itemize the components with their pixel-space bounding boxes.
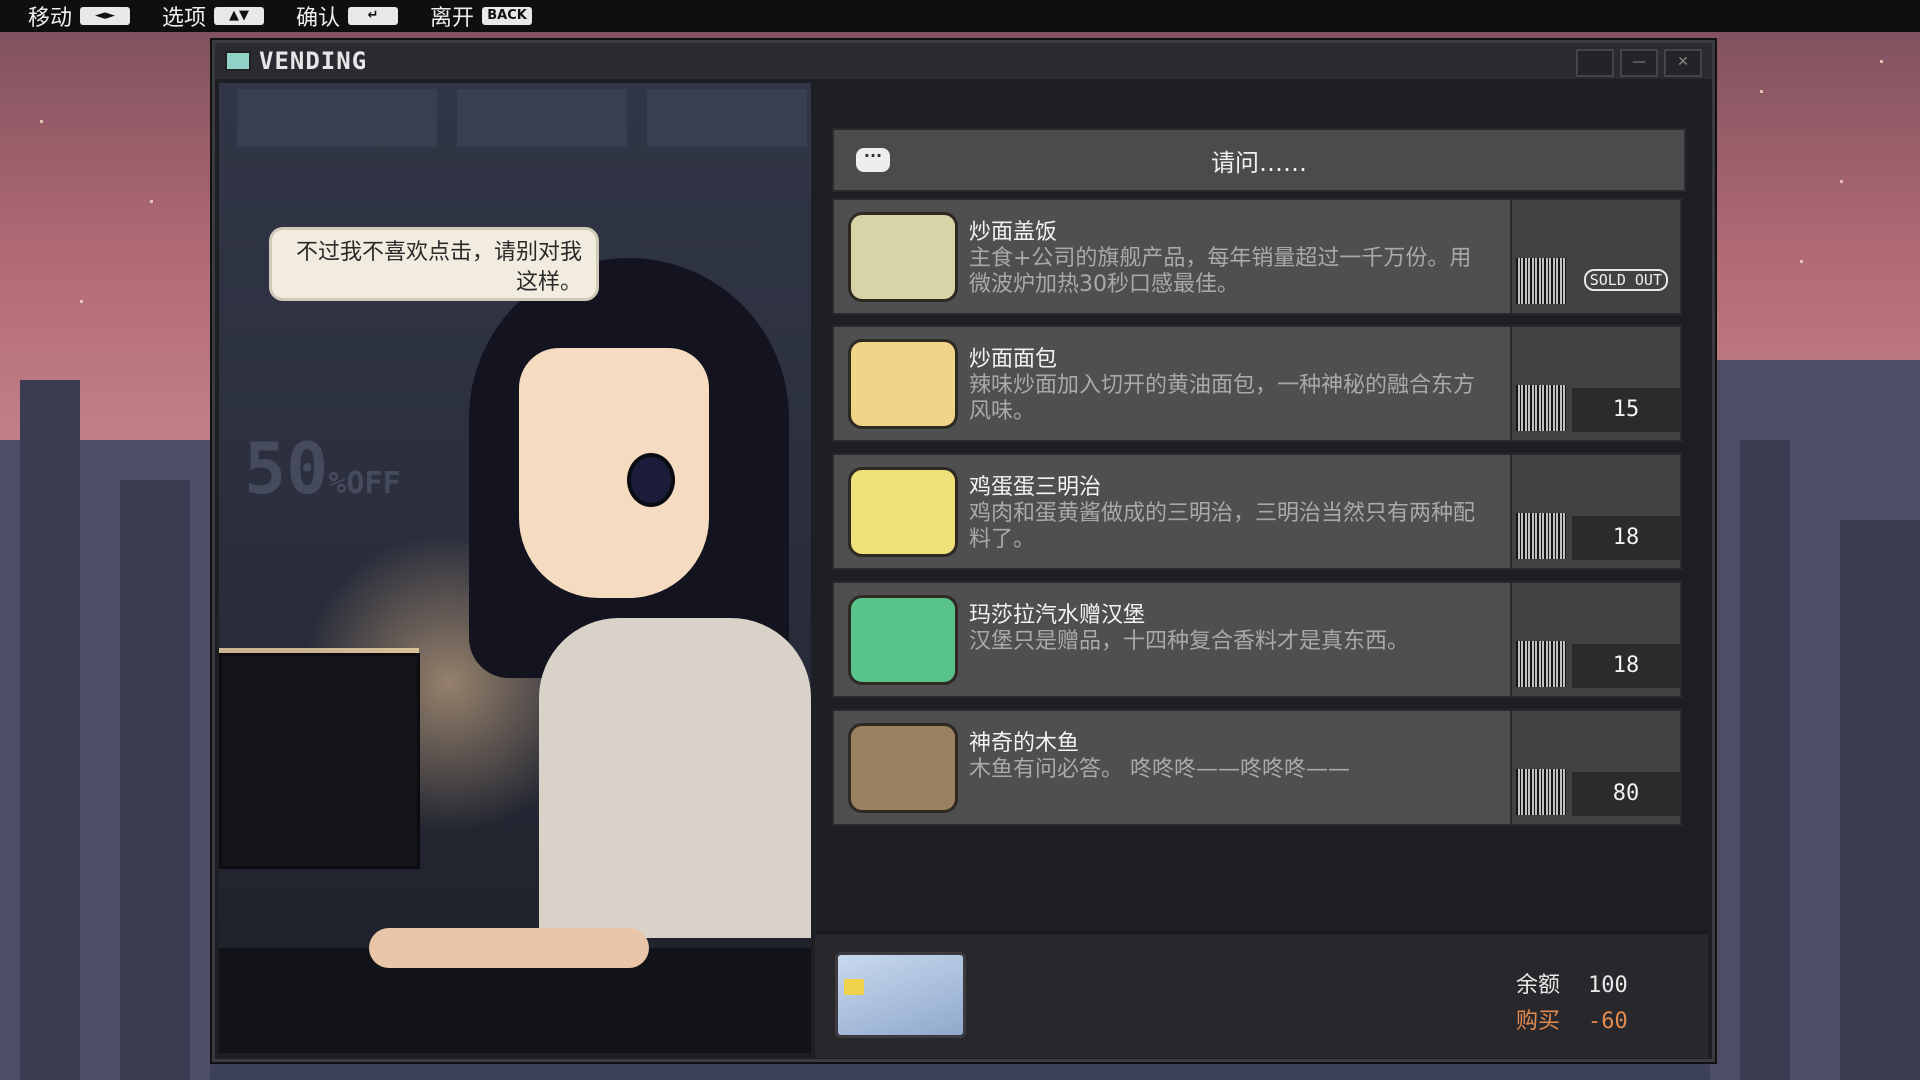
item-name: 炒面面包 bbox=[969, 347, 1058, 372]
item-description: 鸡肉和蛋黄酱做成的三明治，三明治当然只有两种配料了。 bbox=[969, 501, 1476, 552]
hint-move-label: 移动 bbox=[28, 6, 73, 31]
purchase-row: 购买 -60 bbox=[1516, 1004, 1648, 1040]
item-price-box: 18 bbox=[1510, 455, 1680, 568]
item-description: 辣味炒面加入切开的黄油面包，一种神秘的融合东方风味。 bbox=[969, 373, 1476, 424]
item-price: 15 bbox=[1572, 388, 1680, 432]
arrow-left-right-icon: ◄► bbox=[80, 7, 131, 25]
barcode-icon bbox=[1516, 769, 1566, 815]
balance-value: 100 bbox=[1588, 973, 1628, 998]
item-price: 80 bbox=[1572, 772, 1680, 816]
hint-options-label: 选项 bbox=[162, 6, 207, 31]
item-description: 主食+公司的旗舰产品，每年销量超过一千万份。用微波炉加热30秒口感最佳。 bbox=[969, 246, 1472, 297]
hint-options: 选项 ▲▼ bbox=[162, 0, 265, 32]
menu-item[interactable]: 炒面盖饭 主食+公司的旗舰产品，每年销量超过一千万份。用微波炉加热30秒口感最佳… bbox=[832, 198, 1682, 315]
window-titlebar: VENDING — ✕ bbox=[215, 43, 1712, 79]
sold-out-badge: SOLD OUT bbox=[1583, 269, 1668, 291]
item-name: 神奇的木鱼 bbox=[969, 731, 1080, 756]
barcode-icon bbox=[1516, 385, 1566, 431]
barcode-icon bbox=[1516, 641, 1566, 687]
item-name: 炒面盖饭 bbox=[969, 220, 1058, 245]
hint-move: 移动 ◄► bbox=[28, 0, 131, 32]
barcode-icon bbox=[1516, 258, 1566, 304]
prompt-bar: ··· 请问…… bbox=[832, 128, 1686, 192]
chat-bubble-icon: ··· bbox=[856, 148, 890, 172]
speech-bubble[interactable]: 不过我不喜欢点击，请别对我这样。 bbox=[269, 227, 599, 301]
hint-confirm-label: 确认 bbox=[296, 6, 341, 31]
maximize-button[interactable] bbox=[1576, 49, 1614, 77]
item-name: 玛莎拉汽水赠汉堡 bbox=[969, 603, 1146, 628]
enter-key-icon: ↵ bbox=[348, 7, 399, 25]
card-chip-icon bbox=[844, 979, 864, 995]
item-price-box: SOLD OUT bbox=[1510, 200, 1680, 313]
minimize-button[interactable]: — bbox=[1620, 49, 1658, 77]
prompt-text: 请问…… bbox=[1211, 148, 1307, 177]
balance-label: 余额 bbox=[1515, 973, 1560, 998]
character-body bbox=[539, 618, 811, 938]
item-price-box: 80 bbox=[1510, 711, 1680, 824]
hint-leave: 离开 BACK bbox=[430, 0, 533, 32]
arrow-up-down-icon: ▲▼ bbox=[214, 7, 265, 25]
item-description: 木鱼有问必答。 咚咚咚——咚咚咚—— bbox=[969, 757, 1350, 782]
item-price: 18 bbox=[1572, 644, 1680, 688]
item-description: 汉堡只是赠品，十四种复合香料才是真东西。 bbox=[969, 629, 1410, 654]
control-hints-bar: 移动 ◄► 选项 ▲▼ 确认 ↵ 离开 BACK bbox=[0, 0, 1920, 32]
character-scene: 50%OFF 不过我不喜欢点击，请别对我这样。 bbox=[219, 83, 811, 1053]
vending-app-icon bbox=[225, 51, 251, 71]
wall-panel bbox=[237, 89, 437, 147]
sale-poster-number: 50 bbox=[244, 428, 329, 510]
sale-poster-suffix: %OFF bbox=[328, 466, 401, 501]
close-button[interactable]: ✕ bbox=[1664, 49, 1702, 77]
wallet-footer: 余额 100 购买 -60 bbox=[815, 931, 1708, 1058]
wall-panel bbox=[647, 89, 807, 147]
hint-leave-label: 离开 bbox=[430, 6, 475, 31]
back-key-icon: BACK bbox=[482, 7, 533, 25]
payment-card-icon bbox=[835, 952, 966, 1038]
character-hands bbox=[369, 928, 649, 968]
vending-window: VENDING — ✕ 50%OFF 不过我不喜欢点击，请别对我这样。 ··· … bbox=[212, 40, 1715, 1062]
sale-poster: 50%OFF bbox=[244, 428, 401, 510]
menu-item[interactable]: 神奇的木鱼 木鱼有问必答。 咚咚咚——咚咚咚—— 80 bbox=[832, 709, 1682, 826]
item-price-box: 15 bbox=[1510, 327, 1680, 440]
wall-panel bbox=[457, 89, 627, 147]
window-title: VENDING bbox=[259, 47, 368, 75]
balance-row: 余额 100 bbox=[1516, 968, 1648, 1004]
item-price-box: 18 bbox=[1510, 583, 1680, 696]
wallet-summary: 余额 100 购买 -60 bbox=[1516, 968, 1648, 1040]
menu-item[interactable]: 炒面面包 辣味炒面加入切开的黄油面包，一种神秘的融合东方风味。 15 bbox=[832, 325, 1682, 442]
purchase-value: -60 bbox=[1588, 1009, 1628, 1034]
computer-monitor bbox=[219, 653, 420, 869]
menu-item[interactable]: 鸡蛋蛋三明治 鸡肉和蛋黄酱做成的三明治，三明治当然只有两种配料了。 18 bbox=[832, 453, 1682, 570]
menu-item[interactable]: 玛莎拉汽水赠汉堡 汉堡只是赠品，十四种复合香料才是真东西。 18 bbox=[832, 581, 1682, 698]
character-face bbox=[519, 348, 709, 598]
hint-confirm: 确认 ↵ bbox=[296, 0, 399, 32]
item-price: 18 bbox=[1572, 516, 1680, 560]
barcode-icon bbox=[1516, 513, 1566, 559]
item-name: 鸡蛋蛋三明治 bbox=[969, 475, 1102, 500]
character-eye bbox=[627, 453, 675, 507]
purchase-label: 购买 bbox=[1515, 1009, 1560, 1034]
noodle-bread-icon bbox=[848, 339, 958, 429]
egg-sandwich-icon bbox=[848, 467, 958, 557]
fried-noodle-rice-icon bbox=[848, 212, 958, 302]
wooden-fish-icon bbox=[848, 723, 958, 813]
soda-burger-icon bbox=[848, 595, 958, 685]
window-controls: — ✕ bbox=[1576, 49, 1702, 77]
